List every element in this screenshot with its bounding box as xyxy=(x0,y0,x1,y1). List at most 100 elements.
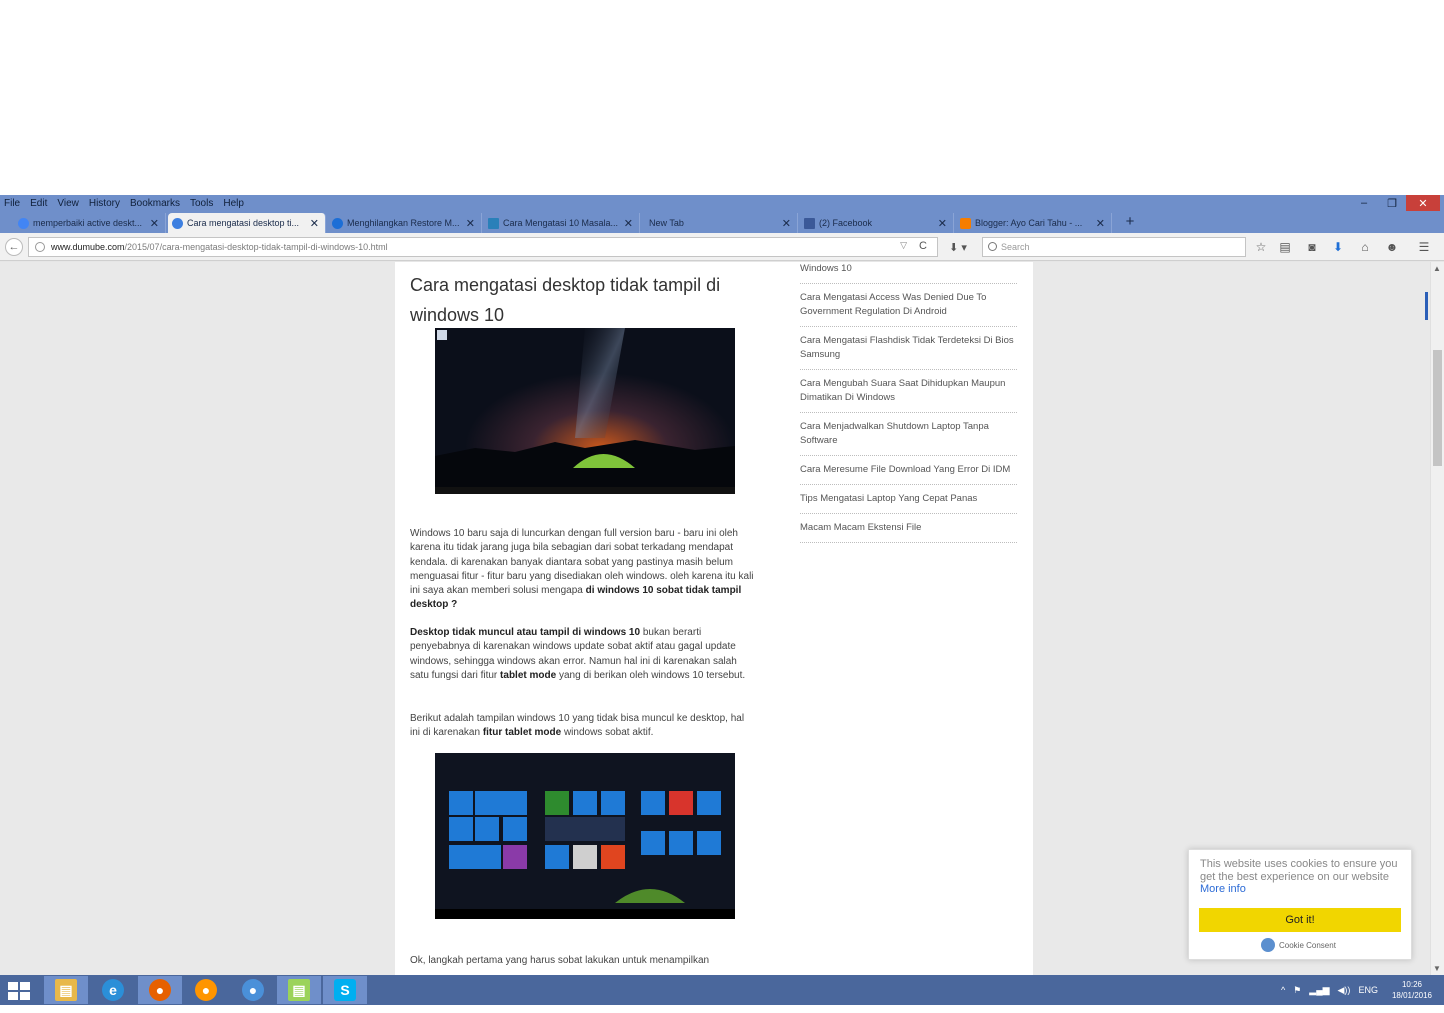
network-signal-icon[interactable]: ▂▄▆ xyxy=(1309,985,1329,996)
firefox-icon: ● xyxy=(149,979,171,1001)
download-dropdown-button[interactable]: ⬇ ▾ xyxy=(942,238,974,256)
more-info-link[interactable]: More info xyxy=(1200,883,1246,895)
menu-tools[interactable]: Tools xyxy=(190,198,213,209)
back-button[interactable]: ← xyxy=(5,238,23,256)
clock-date: 18/01/2016 xyxy=(1391,991,1432,1000)
bottom-blank-area xyxy=(0,1005,1444,1013)
chrome-icon: ● xyxy=(242,979,264,1001)
window-controls: – ❐ ✕ xyxy=(1350,195,1440,211)
related-post-link[interactable]: Macam Macam Ekstensi File xyxy=(800,514,1017,543)
taskbar-chrome[interactable]: ● xyxy=(231,976,275,1004)
paragraph-first-step: Ok, langkah pertama yang harus sobat lak… xyxy=(410,955,710,966)
url-text: www.dumube.com/2015/07/cara-mengatasi-de… xyxy=(51,242,388,252)
paragraph-bold-text: fitur tablet mode xyxy=(482,727,562,739)
vertical-scrollbar[interactable]: ▲ ▼ xyxy=(1425,262,1444,975)
article-title: Cara mengatasi desktop tidak tampil di w… xyxy=(410,275,721,325)
related-post-link[interactable]: Windows 10 xyxy=(800,262,1017,284)
tab-label: Cara mengatasi desktop ti... xyxy=(187,218,300,228)
address-bar[interactable]: www.dumube.com/2015/07/cara-mengatasi-de… xyxy=(28,237,938,257)
show-hidden-icons-icon[interactable]: ^ xyxy=(1281,985,1285,995)
tab-blogger[interactable]: Blogger: Ayo Cari Tahu - ... ✕ xyxy=(956,213,1112,233)
tab-label: memperbaiki active deskt... xyxy=(33,218,143,228)
taskbar-skype[interactable]: S xyxy=(323,976,367,1004)
related-post-link[interactable]: Cara Mengatasi Access Was Denied Due To … xyxy=(800,284,1017,327)
menu-edit[interactable]: Edit xyxy=(30,198,47,209)
pocket-icon[interactable]: ◙ xyxy=(1304,239,1320,255)
tab-memperbaiki-active-desktop[interactable]: memperbaiki active deskt... ✕ xyxy=(14,213,166,233)
taskbar-firefox[interactable]: ● xyxy=(138,976,182,1004)
related-post-link[interactable]: Cara Mengubah Suara Saat Dihidupkan Maup… xyxy=(800,370,1017,413)
close-window-button[interactable]: ✕ xyxy=(1406,195,1440,211)
scrollbar-thumb[interactable] xyxy=(1433,350,1442,466)
tab-new-tab[interactable]: New Tab ✕ xyxy=(642,213,798,233)
tab-menghilangkan-restore[interactable]: Menghilangkan Restore M... ✕ xyxy=(328,213,482,233)
bookmark-star-icon[interactable]: ☆ xyxy=(1253,239,1269,255)
folder-icon: ▤ xyxy=(288,979,310,1001)
paragraph-explanation: Desktop tidak muncul atau tampil di wind… xyxy=(410,626,755,683)
tab-close-icon[interactable]: ✕ xyxy=(310,217,319,230)
history-dropdown-icon[interactable]: ▽ xyxy=(900,240,907,251)
clock[interactable]: 10:26 18/01/2016 xyxy=(1392,979,1432,1001)
reading-list-icon[interactable]: ▤ xyxy=(1277,239,1293,255)
hamburger-menu-icon[interactable]: ☰ xyxy=(1416,239,1432,255)
tablet-mode-screenshot-image xyxy=(435,753,735,919)
cookie-consent-brand[interactable]: Cookie Consent xyxy=(1261,938,1336,952)
file-explorer-icon: ▤ xyxy=(55,979,77,1001)
windows-logo-icon xyxy=(8,982,18,990)
menu-bookmarks[interactable]: Bookmarks xyxy=(130,198,180,209)
scroll-up-arrow-icon[interactable]: ▲ xyxy=(1433,264,1441,273)
blogger-icon xyxy=(960,217,971,229)
new-tab-button[interactable]: + xyxy=(1122,214,1138,230)
taskbar-folder-app[interactable]: ▤ xyxy=(277,976,321,1004)
search-input[interactable]: Search xyxy=(982,237,1246,257)
reload-button[interactable]: C xyxy=(919,240,927,252)
paragraph-text: yang di berikan oleh windows 10 tersebut… xyxy=(556,669,746,681)
menu-bar: File Edit View History Bookmarks Tools H… xyxy=(0,195,1444,211)
download-icon[interactable]: ⬇ xyxy=(1330,239,1346,255)
language-indicator[interactable]: ENG xyxy=(1358,985,1378,995)
cookie-message: This website uses cookies to ensure you … xyxy=(1200,858,1400,896)
start-button[interactable] xyxy=(4,980,32,1002)
url-path: /2015/07/cara-mengatasi-desktop-tidak-ta… xyxy=(124,242,388,252)
menu-help[interactable]: Help xyxy=(223,198,244,209)
home-icon[interactable]: ⌂ xyxy=(1357,239,1373,255)
tab-close-icon[interactable]: ✕ xyxy=(466,217,475,230)
search-placeholder: Search xyxy=(1001,242,1030,252)
tab-close-icon[interactable]: ✕ xyxy=(624,217,633,230)
chat-icon[interactable]: ☻ xyxy=(1384,239,1400,255)
tab-close-icon[interactable]: ✕ xyxy=(782,217,791,230)
tab-facebook[interactable]: (2) Facebook ✕ xyxy=(800,213,954,233)
minimize-button[interactable]: – xyxy=(1350,195,1378,211)
cookie-message-text: This website uses cookies to ensure you … xyxy=(1200,858,1398,883)
tab-cara-mengatasi-desktop[interactable]: Cara mengatasi desktop ti... ✕ xyxy=(168,213,326,233)
taskbar-internet-explorer[interactable]: e xyxy=(91,976,135,1004)
menu-history[interactable]: History xyxy=(89,198,120,209)
related-post-link[interactable]: Tips Mengatasi Laptop Yang Cepat Panas xyxy=(800,485,1017,514)
tab-close-icon[interactable]: ✕ xyxy=(150,217,159,230)
tab-label: Menghilangkan Restore M... xyxy=(347,218,460,228)
windows-taskbar: ▤ e ● ● ● ▤ S ^ ⚑ ▂▄▆ ◀)) ENG 10:26 18/0… xyxy=(0,975,1444,1005)
related-post-link[interactable]: Cara Menjadwalkan Shutdown Laptop Tanpa … xyxy=(800,413,1017,456)
taskbar-file-explorer[interactable]: ▤ xyxy=(44,976,88,1004)
related-posts-sidebar: Windows 10 Cara Mengatasi Access Was Den… xyxy=(800,262,1017,543)
tab-cara-mengatasi-10-masalah[interactable]: Cara Mengatasi 10 Masala... ✕ xyxy=(484,213,640,233)
paragraph-bold-text: Desktop tidak muncul atau tampil di wind… xyxy=(410,627,641,638)
restore-button[interactable]: ❐ xyxy=(1378,195,1406,211)
tab-label: New Tab xyxy=(649,218,684,228)
action-center-flag-icon[interactable]: ⚑ xyxy=(1293,985,1301,996)
windows-logo-icon xyxy=(8,992,18,1000)
scroll-position-marker xyxy=(1425,292,1428,320)
scroll-down-arrow-icon[interactable]: ▼ xyxy=(1433,964,1441,973)
related-post-link[interactable]: Cara Meresume File Download Yang Error D… xyxy=(800,456,1017,485)
skype-icon: S xyxy=(334,979,356,1001)
top-blank-area xyxy=(0,0,1444,195)
related-post-link[interactable]: Cara Mengatasi Flashdisk Tidak Terdeteks… xyxy=(800,327,1017,370)
site-info-icon[interactable] xyxy=(35,242,45,252)
got-it-button[interactable]: Got it! xyxy=(1199,908,1401,932)
menu-view[interactable]: View xyxy=(57,198,79,209)
tab-close-icon[interactable]: ✕ xyxy=(1096,217,1105,230)
menu-file[interactable]: File xyxy=(4,198,20,209)
taskbar-orange-app[interactable]: ● xyxy=(184,976,228,1004)
tab-close-icon[interactable]: ✕ xyxy=(938,217,947,230)
volume-icon[interactable]: ◀)) xyxy=(1338,985,1351,996)
